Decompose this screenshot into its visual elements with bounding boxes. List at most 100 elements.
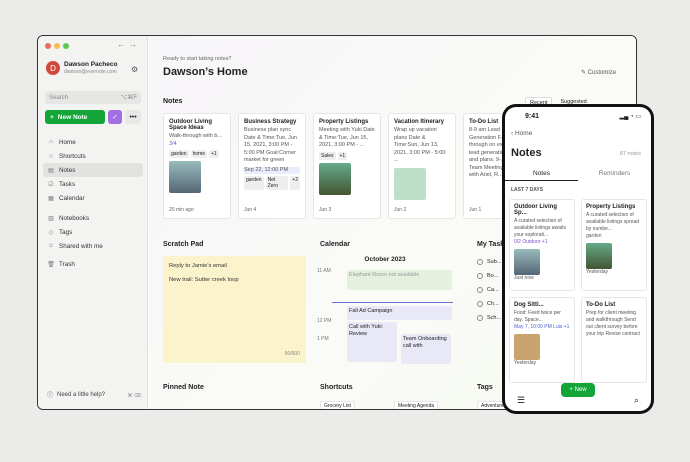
sidebar-item-label: Tags bbox=[59, 228, 73, 236]
sidebar-item-calendar[interactable]: ▦ Calendar bbox=[43, 191, 143, 205]
note-snippet: Food: Feed twice per day. Space... bbox=[514, 310, 561, 323]
note-meta: garden bbox=[586, 233, 602, 239]
note-title: Property Listings bbox=[586, 204, 636, 210]
note-thumbnail bbox=[586, 243, 612, 269]
task-item[interactable]: Sub... bbox=[477, 259, 501, 265]
task-checkbox[interactable] bbox=[477, 287, 483, 293]
scratch-line: Reply to Jamie's email bbox=[169, 263, 227, 269]
sidebar-item-label: Notes bbox=[59, 166, 76, 174]
shortcuts-title: Shortcuts bbox=[320, 384, 353, 391]
search-icon[interactable]: ⌕ bbox=[634, 395, 639, 406]
tag[interactable]: garden bbox=[244, 176, 264, 190]
tags-title: Tags bbox=[477, 384, 493, 391]
account-switcher[interactable]: D Dawson Pacheco dawson@evernote.com bbox=[46, 61, 117, 75]
tag[interactable]: +1 bbox=[337, 151, 348, 160]
help-link[interactable]: ⓘ Need a little help? bbox=[47, 390, 105, 400]
calendar-event[interactable]: Elephant Room not available bbox=[347, 270, 452, 290]
close-button[interactable] bbox=[45, 43, 51, 49]
search-input[interactable]: Search ⌥⌘F bbox=[45, 91, 141, 104]
note-card[interactable]: Outdoor Living Space Ideas Walk-through … bbox=[163, 113, 231, 219]
phone-screen: 9:41 ▂▄ ◔ ▭ ‹ Home Notes 87 notes Notes … bbox=[505, 107, 651, 411]
phone-note-card[interactable]: Property Listings A curated selection of… bbox=[581, 199, 647, 291]
gear-icon[interactable]: ⚙ bbox=[131, 65, 138, 74]
sidebar-item-label: Tasks bbox=[59, 180, 76, 188]
sidebar-item-home[interactable]: ⌂ Home bbox=[43, 135, 143, 149]
nav-arrows-icon[interactable]: ←→ bbox=[117, 40, 141, 49]
task-item[interactable]: Sch... bbox=[477, 315, 501, 321]
keyboard-icon[interactable]: ⌘ ⌫ bbox=[128, 393, 141, 399]
tab-reminders[interactable]: Reminders bbox=[578, 167, 651, 181]
minimize-button[interactable] bbox=[54, 43, 60, 49]
note-title: Outdoor Living Space Ideas bbox=[169, 119, 212, 131]
task-icon[interactable]: ✓ bbox=[108, 110, 122, 124]
phone-note-card[interactable]: Outdoor Living Sp... A curated selection… bbox=[509, 199, 575, 291]
note-thumbnail bbox=[514, 249, 540, 275]
shortcut-item[interactable]: Meeting Agenda bbox=[394, 401, 439, 409]
tab-notes[interactable]: Notes bbox=[505, 167, 578, 181]
note-date: Jun 2 bbox=[394, 207, 407, 213]
people-icon: ☺ bbox=[47, 243, 55, 249]
task-checkbox[interactable] bbox=[477, 301, 483, 307]
back-button[interactable]: ‹ Home bbox=[511, 130, 532, 137]
shortcut-item[interactable]: Grocery List bbox=[320, 401, 355, 409]
note-card[interactable]: Business Strategy Business plan sync Dat… bbox=[238, 113, 306, 219]
phone-note-card[interactable]: Dog Sitti... Food: Feed twice per day. S… bbox=[509, 297, 575, 383]
sidebar-item-tags[interactable]: ◇ Tags bbox=[43, 225, 143, 239]
customize-button[interactable]: ✎ Customize bbox=[581, 69, 616, 76]
tag[interactable]: Sales bbox=[319, 151, 336, 160]
pencil-icon: ✎ bbox=[581, 70, 588, 76]
trash-icon: 🗑 bbox=[47, 261, 55, 268]
phone-frame: 9:41 ▂▄ ◔ ▭ ‹ Home Notes 87 notes Notes … bbox=[502, 104, 654, 414]
sidebar: ←→ D Dawson Pacheco dawson@evernote.com … bbox=[38, 36, 148, 409]
note-title: Vacation Itinerary bbox=[394, 119, 445, 125]
task-label: Bo... bbox=[487, 273, 499, 279]
menu-icon[interactable]: ☰ bbox=[517, 395, 525, 406]
phone-note-card[interactable]: To-Do List Prep for client meeting and w… bbox=[581, 297, 647, 383]
note-meta: 0/2 Outdoor +1 bbox=[514, 239, 548, 245]
note-snippet: Business plan sync Date & Time:Tue, Jun … bbox=[244, 127, 297, 163]
tag[interactable]: garden bbox=[169, 150, 189, 158]
calendar-month: October 2023 bbox=[364, 256, 406, 263]
search-placeholder: Search bbox=[49, 94, 69, 101]
calendar-event[interactable]: Fall Ad Campaign bbox=[347, 306, 452, 320]
tag[interactable]: Net Zero bbox=[265, 176, 289, 190]
scratch-pad[interactable]: Reply to Jamie's email New trail: Sutter… bbox=[163, 256, 306, 363]
tag[interactable]: home bbox=[190, 150, 208, 158]
task-item[interactable]: Ca... bbox=[477, 287, 501, 293]
note-snippet: A curated selection of available listing… bbox=[586, 212, 640, 232]
task-label: Sub... bbox=[487, 259, 502, 265]
note-card[interactable]: Vacation Itinerary Wrap up vacation plan… bbox=[388, 113, 456, 219]
new-note-button[interactable]: + New bbox=[561, 383, 595, 397]
time-label: 11 AM bbox=[317, 268, 331, 274]
more-options-icon[interactable]: ••• bbox=[125, 110, 141, 124]
calendar-event[interactable]: Team Onboarding call with bbox=[401, 334, 451, 364]
task-checkbox[interactable] bbox=[477, 259, 483, 265]
maximize-button[interactable] bbox=[63, 43, 69, 49]
sidebar-item-notebooks[interactable]: ▥ Notebooks bbox=[43, 211, 143, 225]
sidebar-item-shortcuts[interactable]: ☆ Shortcuts bbox=[43, 149, 143, 163]
note-title: Property Listings bbox=[319, 119, 369, 125]
note-title: Dog Sitti... bbox=[514, 302, 544, 308]
current-time-line bbox=[332, 302, 453, 303]
sidebar-item-tasks[interactable]: ☑ Tasks bbox=[43, 177, 143, 191]
sidebar-item-notes[interactable]: ▤ Notes bbox=[43, 163, 143, 177]
home-subtitle: Ready to start taking notes? bbox=[163, 56, 232, 62]
new-note-button[interactable]: + New Note bbox=[45, 110, 105, 124]
calendar-event[interactable]: Call with Yuki: Review bbox=[347, 322, 397, 362]
tag[interactable]: +1 bbox=[209, 150, 219, 158]
tag[interactable]: +2 bbox=[290, 176, 300, 190]
new-label: New bbox=[574, 387, 587, 393]
sidebar-item-label: Trash bbox=[59, 260, 75, 268]
sidebar-item-trash[interactable]: 🗑 Trash bbox=[43, 257, 143, 271]
task-item[interactable]: Bo... bbox=[477, 273, 501, 279]
calendar-title: Calendar bbox=[320, 241, 350, 248]
note-meta: May 7, 10:00 PM Luis +1 bbox=[514, 324, 570, 330]
task-checkbox[interactable] bbox=[477, 315, 483, 321]
note-card[interactable]: Property Listings Meeting with Yuki Date… bbox=[313, 113, 381, 219]
task-item[interactable]: Ch... bbox=[477, 301, 501, 307]
notebook-icon: ▥ bbox=[48, 215, 54, 222]
task-checkbox[interactable] bbox=[477, 273, 483, 279]
account-name: Dawson Pacheco bbox=[64, 61, 118, 68]
sidebar-item-label: Shared with me bbox=[59, 242, 103, 250]
sidebar-item-shared[interactable]: ☺ Shared with me bbox=[43, 239, 143, 253]
